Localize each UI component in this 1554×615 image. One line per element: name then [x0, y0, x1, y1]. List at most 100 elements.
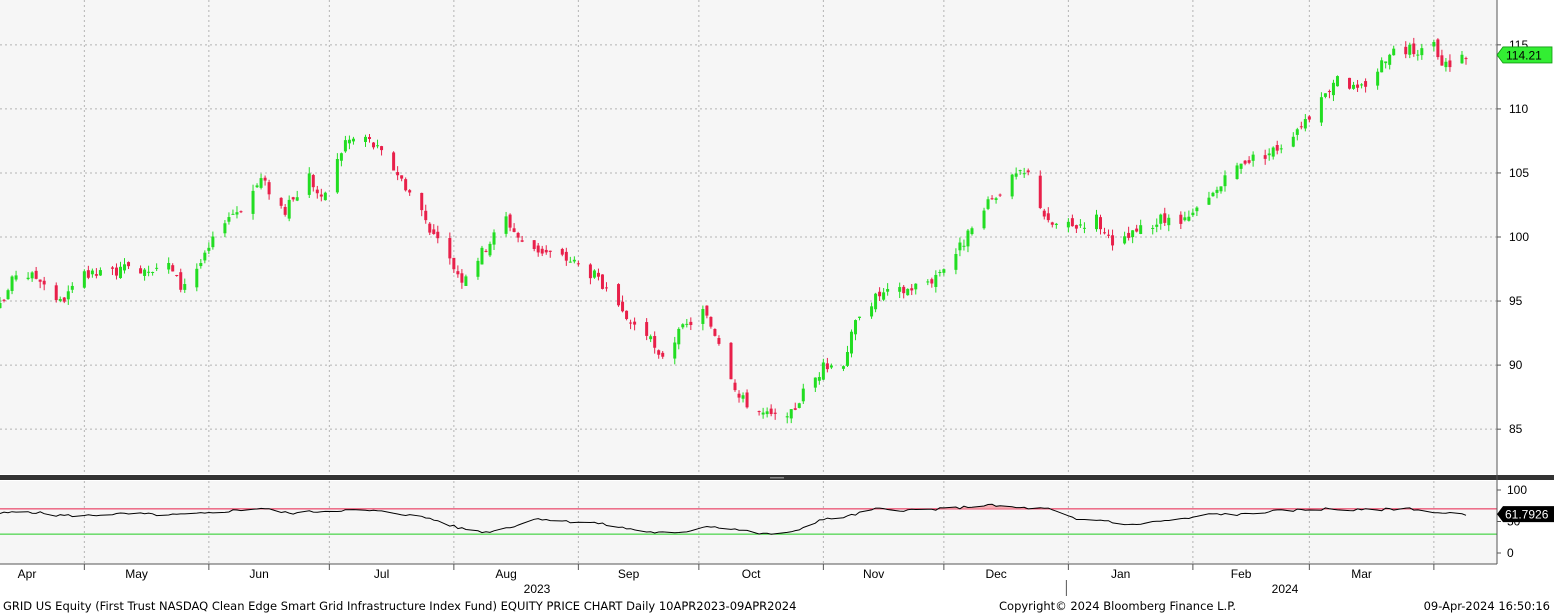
candle-body: [1215, 189, 1219, 193]
candle-body: [1207, 197, 1211, 205]
candle-body: [239, 211, 243, 213]
candle: [480, 245, 484, 265]
candle-body: [259, 178, 263, 188]
candle-body: [1360, 84, 1364, 86]
candle: [179, 268, 183, 293]
candle-body: [1239, 163, 1243, 169]
candle-body: [155, 267, 159, 269]
candle-body: [347, 139, 351, 144]
candle-body: [171, 265, 175, 272]
candle-body: [520, 240, 524, 242]
candle-body: [404, 179, 408, 191]
candle-body: [1384, 61, 1388, 64]
candle-body: [1054, 223, 1058, 225]
candle-body: [1163, 213, 1167, 223]
candle-body: [681, 324, 685, 328]
candle: [1319, 92, 1323, 127]
candle-body: [139, 268, 143, 274]
candle-body: [488, 243, 492, 256]
candle-body: [1107, 234, 1111, 236]
candle-body: [1331, 82, 1335, 96]
candle-body: [1195, 207, 1199, 212]
candle-body: [1131, 230, 1135, 238]
candle-body: [424, 210, 428, 221]
candle-body: [994, 198, 998, 201]
panel-divider-grip[interactable]: [770, 477, 784, 479]
candle-body: [408, 190, 412, 193]
chart-footer: GRID US Equity (First Trust NASDAQ Clean…: [0, 597, 1554, 615]
candle-body: [1038, 175, 1042, 208]
candle: [1436, 38, 1440, 60]
candle-body: [1267, 153, 1271, 156]
candle: [1348, 77, 1352, 90]
candle-body: [1078, 224, 1082, 226]
candle-body: [295, 197, 299, 201]
candle-body: [464, 276, 468, 286]
candle-body: [114, 267, 118, 276]
candle-body: [717, 338, 721, 344]
month-label: Feb: [1231, 567, 1252, 581]
candle-body: [829, 365, 833, 368]
candle-body: [604, 287, 608, 289]
candle-body: [713, 329, 717, 336]
candle-body: [323, 192, 327, 201]
month-label: Aug: [495, 567, 516, 581]
candle-body: [761, 412, 765, 415]
candle-body: [958, 242, 962, 251]
candle-body: [629, 322, 633, 324]
candle-body: [653, 336, 657, 348]
candle-body: [400, 175, 404, 179]
candle-body: [476, 260, 480, 277]
price-tick-label: 85: [1509, 422, 1523, 436]
rsi-tick-label: 100: [1507, 483, 1527, 497]
candle-body: [705, 305, 709, 316]
candle-body: [263, 177, 267, 181]
candle-body: [649, 336, 653, 340]
candle-body: [1018, 170, 1022, 172]
candle-body: [1211, 192, 1215, 197]
candle-body: [1046, 213, 1050, 221]
candle-body: [363, 136, 367, 142]
candle-body: [938, 271, 942, 273]
candle-body: [267, 182, 271, 195]
candle-body: [1388, 54, 1392, 65]
candle-body: [1356, 84, 1360, 88]
candle-body: [484, 250, 488, 252]
candle-body: [1026, 170, 1030, 173]
candle-body: [1348, 77, 1352, 89]
candle: [1010, 173, 1014, 200]
candle-body: [572, 259, 576, 262]
candle-body: [1070, 218, 1074, 227]
axis-labels: 859095100105110115050100114.2161.7926: [1496, 38, 1554, 560]
candle-body: [2, 299, 6, 301]
candle-body: [1223, 175, 1227, 187]
candle-body: [821, 362, 825, 380]
candle-body: [10, 276, 14, 291]
candle-body: [564, 251, 568, 261]
candle-body: [1235, 165, 1239, 180]
candle-body: [1335, 76, 1339, 87]
month-label: Mar: [1351, 567, 1372, 581]
candle-body: [845, 351, 849, 366]
candle-body: [592, 270, 596, 278]
candle: [1335, 75, 1339, 87]
candle-body: [235, 212, 239, 215]
candle-body: [58, 299, 62, 301]
candle-body: [926, 281, 930, 283]
candle-body: [645, 322, 649, 336]
candle-body: [199, 262, 203, 267]
candle-body: [1440, 55, 1444, 66]
rsi-last-value-marker: 61.7926: [1497, 506, 1554, 523]
candle-body: [886, 288, 890, 292]
candle-body: [1042, 210, 1046, 217]
candle-body: [82, 271, 86, 288]
candle-body: [825, 363, 829, 370]
candle-body: [930, 279, 934, 284]
candle-body: [207, 247, 211, 251]
candle-body: [432, 229, 436, 235]
candle-body: [596, 272, 600, 277]
price-tick-label: 105: [1509, 166, 1529, 180]
candle-body: [661, 352, 665, 357]
candle-body: [966, 230, 970, 247]
candle-body: [986, 199, 990, 209]
